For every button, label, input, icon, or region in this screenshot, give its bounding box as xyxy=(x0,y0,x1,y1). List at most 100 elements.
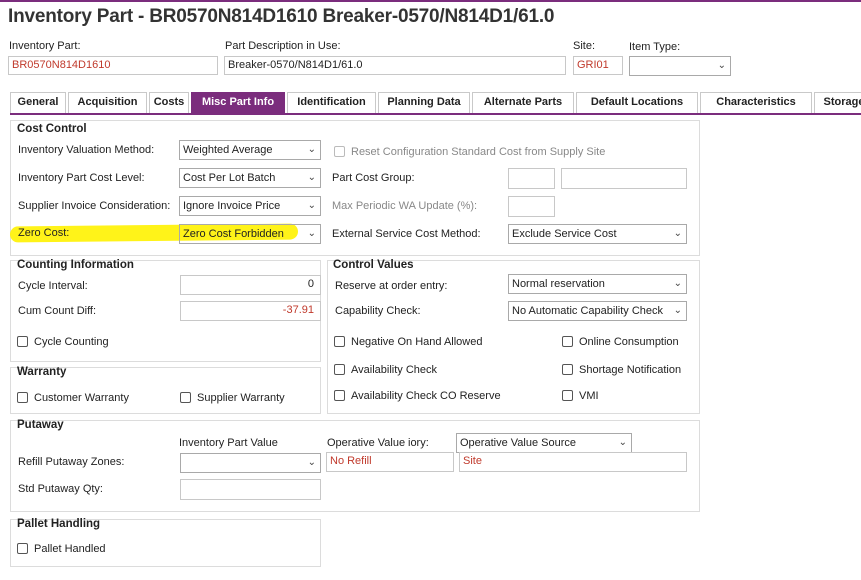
cost-level-value: Cost Per Lot Batch xyxy=(183,172,276,184)
online-consumption-label: Online Consumption xyxy=(579,336,679,348)
tab-default-locations[interactable]: Default Locations xyxy=(576,92,698,113)
tab-identification[interactable]: Identification xyxy=(287,92,376,113)
inventory-part-value-header: Inventory Part Value xyxy=(179,437,278,449)
reserve-select[interactable]: Normal reservation ⌄ xyxy=(508,274,687,294)
chevron-down-icon: ⌄ xyxy=(307,144,316,155)
chevron-down-icon: ⌄ xyxy=(673,228,682,239)
capability-check-select[interactable]: No Automatic Capability Check ⌄ xyxy=(508,301,687,321)
supplier-invoice-select[interactable]: Ignore Invoice Price ⌄ xyxy=(179,196,321,216)
zero-cost-label: Zero Cost: xyxy=(18,227,70,239)
zero-cost-select[interactable]: Zero Cost Forbidden ⌄ xyxy=(179,224,321,244)
valuation-method-label: Inventory Valuation Method: xyxy=(18,144,155,156)
negative-onhand-label: Negative On Hand Allowed xyxy=(351,336,483,348)
item-type-select[interactable]: ⌄ xyxy=(629,56,731,76)
tab-storage[interactable]: Storage xyxy=(814,92,861,113)
availability-co-label: Availability Check CO Reserve xyxy=(351,390,501,402)
max-periodic-label: Max Periodic WA Update (%): xyxy=(332,200,478,212)
customer-warranty-checkbox[interactable] xyxy=(17,392,28,403)
reserve-label: Reserve at order entry: xyxy=(335,280,448,292)
site-field[interactable]: GRI01 xyxy=(573,56,623,75)
part-cost-group-description-field[interactable] xyxy=(561,168,687,189)
pallet-handled-checkbox[interactable] xyxy=(17,543,28,554)
supplier-warranty-checkbox[interactable] xyxy=(180,392,191,403)
counting-title: Counting Information xyxy=(17,259,134,271)
refill-putaway-label: Refill Putaway Zones: xyxy=(18,456,125,468)
warranty-title: Warranty xyxy=(17,366,67,378)
negative-onhand-checkbox[interactable] xyxy=(334,336,345,347)
refill-inventory-part-select[interactable]: ⌄ xyxy=(180,453,321,473)
vmi-checkbox[interactable] xyxy=(562,390,573,401)
item-type-label: Item Type: xyxy=(629,41,681,53)
chevron-down-icon: ⌄ xyxy=(673,278,682,289)
part-cost-group-field[interactable] xyxy=(508,168,555,189)
window-top-border xyxy=(0,0,861,2)
pallet-handled-label: Pallet Handled xyxy=(34,543,106,555)
chevron-down-icon: ⌄ xyxy=(618,437,627,448)
shortage-notification-checkbox[interactable] xyxy=(562,364,573,375)
inventory-part-field[interactable]: BR0570N814D1610 xyxy=(8,56,218,75)
reset-config-label: Reset Configuration Standard Cost from S… xyxy=(351,146,606,158)
cost-control-title: Cost Control xyxy=(17,123,87,135)
tab-costs[interactable]: Costs xyxy=(149,92,189,113)
external-service-select[interactable]: Exclude Service Cost ⌄ xyxy=(508,224,687,244)
tab-acquisition[interactable]: Acquisition xyxy=(68,92,147,113)
cycle-counting-checkbox[interactable] xyxy=(17,336,28,347)
valuation-method-select[interactable]: Weighted Average ⌄ xyxy=(179,140,321,160)
capability-check-value: No Automatic Capability Check xyxy=(512,305,664,317)
supplier-warranty-label: Supplier Warranty xyxy=(197,392,285,404)
external-service-value: Exclude Service Cost xyxy=(512,228,617,240)
reset-config-checkbox[interactable] xyxy=(334,146,345,157)
inventory-part-label: Inventory Part: xyxy=(9,40,81,52)
cost-level-label: Inventory Part Cost Level: xyxy=(18,172,145,184)
tab-misc-part-info[interactable]: Misc Part Info xyxy=(191,92,285,113)
tab-characteristics[interactable]: Characteristics xyxy=(700,92,812,113)
operative-value-header: Operative Value xyxy=(327,437,406,449)
putaway-title: Putaway xyxy=(17,419,64,431)
description-label: Part Description in Use: xyxy=(225,40,341,52)
zero-cost-value: Zero Cost Forbidden xyxy=(183,228,284,240)
max-periodic-field[interactable] xyxy=(508,196,555,217)
tab-bar: General Acquisition Costs Misc Part Info… xyxy=(10,92,861,115)
tab-alternate-parts[interactable]: Alternate Parts xyxy=(472,92,574,113)
cum-count-field[interactable]: -37.91 xyxy=(180,301,321,321)
refill-source-field[interactable]: Site xyxy=(459,452,687,472)
customer-warranty-label: Customer Warranty xyxy=(34,392,129,404)
supplier-invoice-value: Ignore Invoice Price xyxy=(183,200,281,212)
vmi-label: VMI xyxy=(579,390,599,402)
chevron-down-icon: ⌄ xyxy=(307,457,316,468)
reserve-value: Normal reservation xyxy=(512,278,605,290)
chevron-down-icon: ⌄ xyxy=(307,228,316,239)
control-values-title: Control Values xyxy=(333,259,414,271)
cycle-interval-label: Cycle Interval: xyxy=(18,280,88,292)
site-label: Site: xyxy=(573,40,596,52)
availability-co-checkbox[interactable] xyxy=(334,390,345,401)
chevron-down-icon: ⌄ xyxy=(673,305,682,316)
availability-check-checkbox[interactable] xyxy=(334,364,345,375)
external-service-label: External Service Cost Method: xyxy=(332,228,481,240)
std-putaway-qty-label: Std Putaway Qty: xyxy=(18,483,103,495)
supplier-invoice-label: Supplier Invoice Consideration: xyxy=(18,200,171,212)
availability-check-label: Availability Check xyxy=(351,364,438,376)
page-title: Inventory Part - BR0570N814D1610 Breaker… xyxy=(8,6,555,27)
part-cost-group-label: Part Cost Group: xyxy=(332,172,415,184)
cycle-interval-field[interactable]: 0 xyxy=(180,275,321,295)
cycle-counting-label: Cycle Counting xyxy=(34,336,109,348)
operative-value-source-value: Operative Value Source xyxy=(460,437,576,449)
description-field[interactable]: Breaker-0570/N814D1/61.0 xyxy=(224,56,566,75)
capability-check-label: Capability Check: xyxy=(335,305,421,317)
shortage-notification-label: Shortage Notification xyxy=(579,364,682,376)
pallet-handling-title: Pallet Handling xyxy=(17,518,101,530)
valuation-method-value: Weighted Average xyxy=(183,144,273,156)
cum-count-label: Cum Count Diff: xyxy=(18,305,97,317)
tab-general[interactable]: General xyxy=(10,92,66,113)
std-putaway-qty-field[interactable] xyxy=(180,479,321,500)
chevron-down-icon: ⌄ xyxy=(307,172,316,183)
online-consumption-checkbox[interactable] xyxy=(562,336,573,347)
chevron-down-icon: ⌄ xyxy=(307,200,316,211)
refill-operative-value-field[interactable]: No Refill xyxy=(326,452,454,472)
chevron-down-icon: ⌄ xyxy=(717,60,726,71)
operative-value-suffix: iory: xyxy=(408,437,429,449)
operative-value-source-select[interactable]: Operative Value Source ⌄ xyxy=(456,433,632,453)
tab-planning-data[interactable]: Planning Data xyxy=(378,92,470,113)
cost-level-select[interactable]: Cost Per Lot Batch ⌄ xyxy=(179,168,321,188)
